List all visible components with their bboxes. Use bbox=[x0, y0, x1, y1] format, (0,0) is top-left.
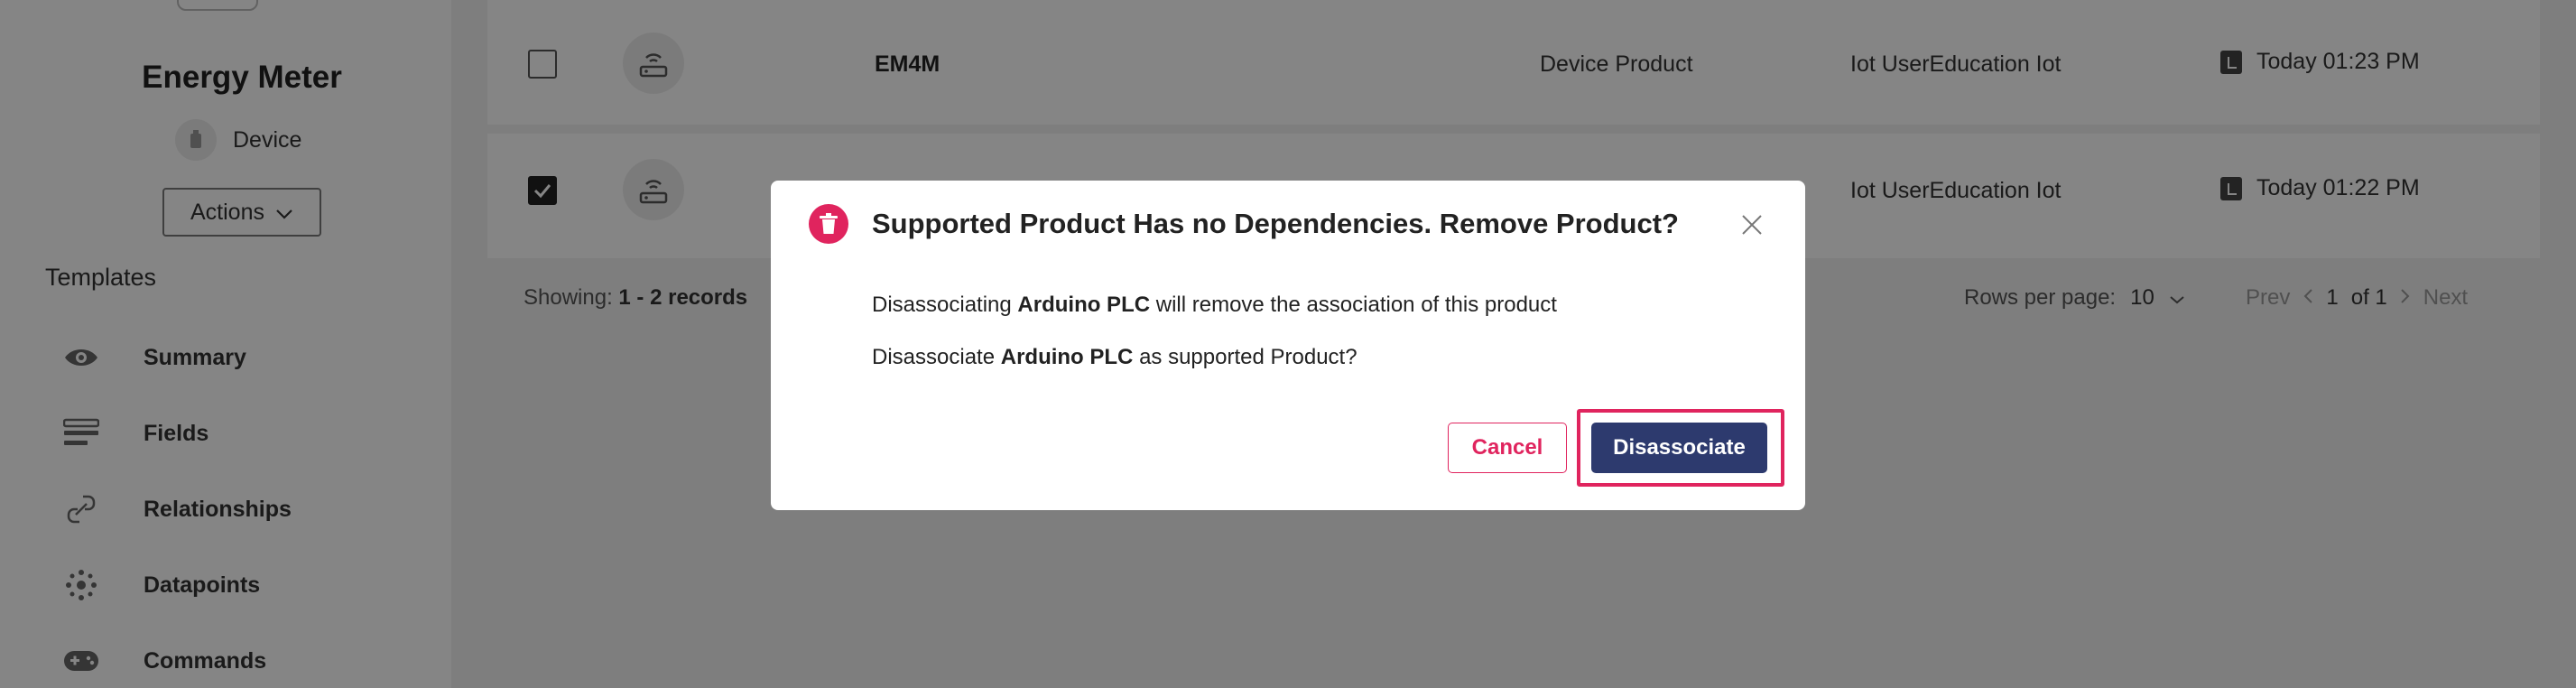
close-icon[interactable] bbox=[1737, 209, 1767, 240]
dialog-message-2: Disassociate Arduino PLC as supported Pr… bbox=[872, 345, 1357, 370]
msg1-post: will remove the association of this prod… bbox=[1155, 293, 1557, 317]
msg2-post: as supported Product? bbox=[1139, 345, 1357, 369]
dialog-message-1: Disassociating Arduino PLC will remove t… bbox=[872, 293, 1557, 318]
msg2-product: Arduino PLC bbox=[1000, 345, 1134, 369]
remove-product-dialog: Supported Product Has no Dependencies. R… bbox=[771, 181, 1805, 510]
dialog-title: Supported Product Has no Dependencies. R… bbox=[872, 208, 1679, 239]
disassociate-button[interactable]: Disassociate bbox=[1591, 423, 1767, 473]
app-root: Energy Meter Device Actions Templates Su… bbox=[0, 0, 2576, 688]
msg1-product: Arduino PLC bbox=[1017, 293, 1151, 317]
cancel-button[interactable]: Cancel bbox=[1448, 423, 1567, 473]
msg2-pre: Disassociate bbox=[872, 345, 996, 369]
msg1-pre: Disassociating bbox=[872, 293, 1012, 317]
trash-icon bbox=[809, 204, 848, 244]
